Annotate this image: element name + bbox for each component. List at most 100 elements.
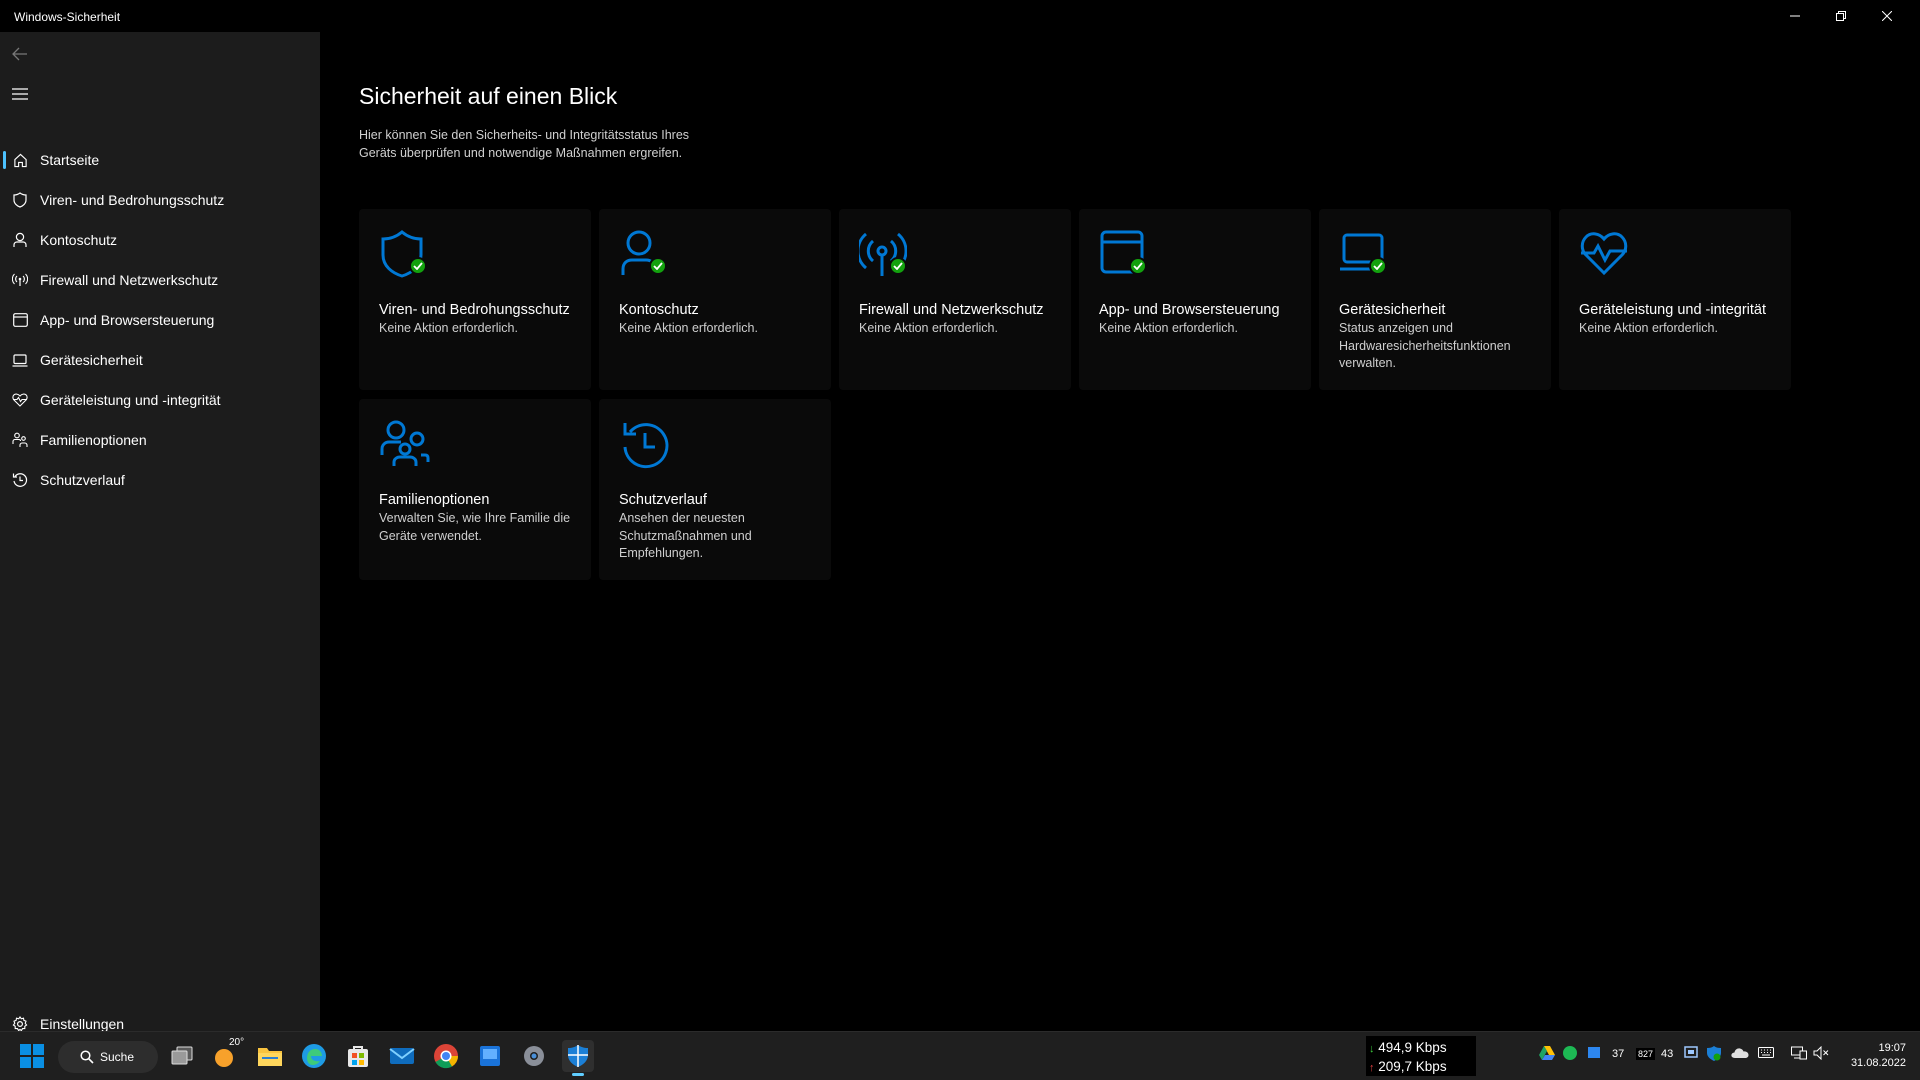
task-view-icon (171, 1046, 193, 1065)
card-geraetesicherheit[interactable]: Gerätesicherheit Status anzeigen und Har… (1319, 209, 1551, 390)
sidebar-item-label: Firewall und Netzwerkschutz (40, 272, 219, 288)
green-tray-icon[interactable] (1563, 1046, 1577, 1063)
minimize-button[interactable] (1772, 0, 1818, 32)
windows-security-app-button[interactable] (562, 1040, 594, 1076)
card-geraeteleistung[interactable]: Geräteleistung und -integrität Keine Akt… (1559, 209, 1791, 390)
history-icon (12, 472, 28, 488)
sidebar-item-viren[interactable]: Viren- und Bedrohungsschutz (0, 180, 320, 220)
card-title: Gerätesicherheit (1339, 302, 1446, 318)
taskbar-search[interactable]: Suche (58, 1041, 158, 1073)
close-button[interactable] (1864, 0, 1910, 32)
heart-pulse-icon (12, 392, 28, 408)
checkmark-icon (1369, 257, 1387, 275)
card-status: Keine Aktion erforderlich. (379, 321, 518, 335)
search-icon (80, 1050, 94, 1064)
window-title: Windows-Sicherheit (14, 10, 121, 24)
sidebar-item-schutzverlauf[interactable]: Schutzverlauf (0, 460, 320, 500)
taskbar: Suche 20° ↓ 494,9 Kbps ↑ 209,7 Kbps 37 8… (0, 1031, 1920, 1080)
onedrive-icon[interactable] (1731, 1047, 1749, 1061)
defender-tray-icon[interactable] (1707, 1046, 1721, 1064)
file-explorer-button[interactable] (254, 1040, 286, 1072)
hardware-monitor-icon[interactable] (1684, 1046, 1698, 1063)
settings-gear-icon (524, 1046, 544, 1066)
minimize-icon (1790, 15, 1800, 17)
gear-icon (12, 1016, 28, 1032)
volume-muted-icon[interactable] (1813, 1045, 1829, 1063)
store-button[interactable] (342, 1040, 374, 1072)
start-button[interactable] (16, 1040, 48, 1072)
clock[interactable]: 19:07 31.08.2022 (1840, 1041, 1906, 1071)
weather-widget[interactable]: 20° (210, 1037, 246, 1072)
card-firewall[interactable]: Firewall und Netzwerkschutz Keine Aktion… (839, 209, 1071, 390)
card-status: Status anzeigen und Hardwaresicherheitsf… (1339, 321, 1511, 370)
checkmark-icon (649, 257, 667, 275)
task-view-button[interactable] (166, 1040, 198, 1072)
sidebar-item-geraeteleistung[interactable]: Geräteleistung und -integrität (0, 380, 320, 420)
browser-window-icon (12, 312, 28, 328)
card-status: Verwalten Sie, wie Ihre Familie die Gerä… (379, 511, 571, 543)
sidebar-item-label: Viren- und Bedrohungsschutz (40, 192, 225, 208)
card-familienoptionen[interactable]: Familienoptionen Verwalten Sie, wie Ihre… (359, 399, 591, 580)
shield-icon (12, 192, 28, 208)
card-title: Geräteleistung und -integrität (1579, 302, 1766, 318)
search-label: Suche (100, 1050, 135, 1064)
upload-arrow-icon: ↑ (1369, 1062, 1375, 1074)
sidebar-item-familienoptionen[interactable]: Familienoptionen (0, 420, 320, 460)
mail-icon (389, 1048, 415, 1064)
hamburger-icon (12, 88, 28, 100)
tray-number-1[interactable]: 37 (1612, 1048, 1624, 1060)
card-kontoschutz[interactable]: Kontoschutz Keine Aktion erforderlich. (599, 209, 831, 390)
mail-button[interactable] (386, 1040, 418, 1072)
tray-number-3[interactable]: 43 (1661, 1048, 1673, 1060)
back-arrow-icon (12, 47, 27, 61)
sidebar-item-app-browser[interactable]: App- und Browsersteuerung (0, 300, 320, 340)
family-icon (379, 419, 433, 473)
net-up: 209,7 Kbps (1378, 1059, 1447, 1074)
card-viren[interactable]: Viren- und Bedrohungsschutz Keine Aktion… (359, 209, 591, 390)
security-shield-icon (568, 1045, 588, 1067)
app-button[interactable] (474, 1040, 506, 1072)
person-icon (12, 232, 28, 248)
laptop-icon (1339, 229, 1393, 283)
chrome-button[interactable] (430, 1040, 462, 1072)
sidebar-item-label: App- und Browsersteuerung (40, 312, 215, 328)
sidebar: Startseite Viren- und Bedrohungsschutz K… (0, 32, 320, 1032)
chrome-icon (434, 1044, 459, 1069)
sidebar-item-kontoschutz[interactable]: Kontoschutz (0, 220, 320, 260)
browser-window-icon (1099, 229, 1153, 283)
card-title: Kontoschutz (619, 302, 699, 318)
checkmark-icon (1129, 257, 1147, 275)
restore-icon (1836, 11, 1846, 21)
edge-browser-button[interactable] (298, 1040, 330, 1072)
card-status: Keine Aktion erforderlich. (859, 321, 998, 335)
weather-temp: 20° (228, 1037, 246, 1048)
restore-button[interactable] (1818, 0, 1864, 32)
shield-icon (379, 229, 433, 283)
tray-number-2[interactable]: 827 (1636, 1048, 1656, 1060)
card-app-browser[interactable]: App- und Browsersteuerung Keine Aktion e… (1079, 209, 1311, 390)
sidebar-item-geraetesicherheit[interactable]: Gerätesicherheit (0, 340, 320, 380)
sidebar-item-startseite[interactable]: Startseite (0, 140, 320, 180)
network-speed-widget: ↓ 494,9 Kbps ↑ 209,7 Kbps (1366, 1036, 1476, 1076)
hamburger-menu-button[interactable] (8, 82, 32, 106)
settings-app-button[interactable] (518, 1040, 550, 1072)
title-bar: Windows-Sicherheit (0, 0, 1920, 32)
history-icon (619, 419, 673, 473)
family-icon (12, 432, 28, 448)
checkmark-icon (409, 257, 427, 275)
close-icon (1882, 11, 1892, 21)
back-button[interactable] (8, 42, 32, 66)
heart-pulse-icon (1579, 229, 1633, 283)
windows-logo-icon (20, 1044, 44, 1068)
antenna-icon (856, 229, 913, 283)
card-schutzverlauf[interactable]: Schutzverlauf Ansehen der neuesten Schut… (599, 399, 831, 580)
network-icon[interactable] (1791, 1046, 1807, 1063)
keyboard-icon[interactable] (1758, 1047, 1774, 1061)
store-icon (348, 1046, 368, 1067)
sidebar-item-label: Schutzverlauf (40, 472, 125, 488)
sidebar-item-firewall[interactable]: Firewall und Netzwerkschutz (0, 260, 320, 300)
card-title: Familienoptionen (379, 492, 490, 508)
blue-tray-icon[interactable] (1587, 1046, 1601, 1063)
clock-time: 19:07 (1878, 1042, 1906, 1054)
google-drive-icon[interactable] (1539, 1046, 1555, 1063)
